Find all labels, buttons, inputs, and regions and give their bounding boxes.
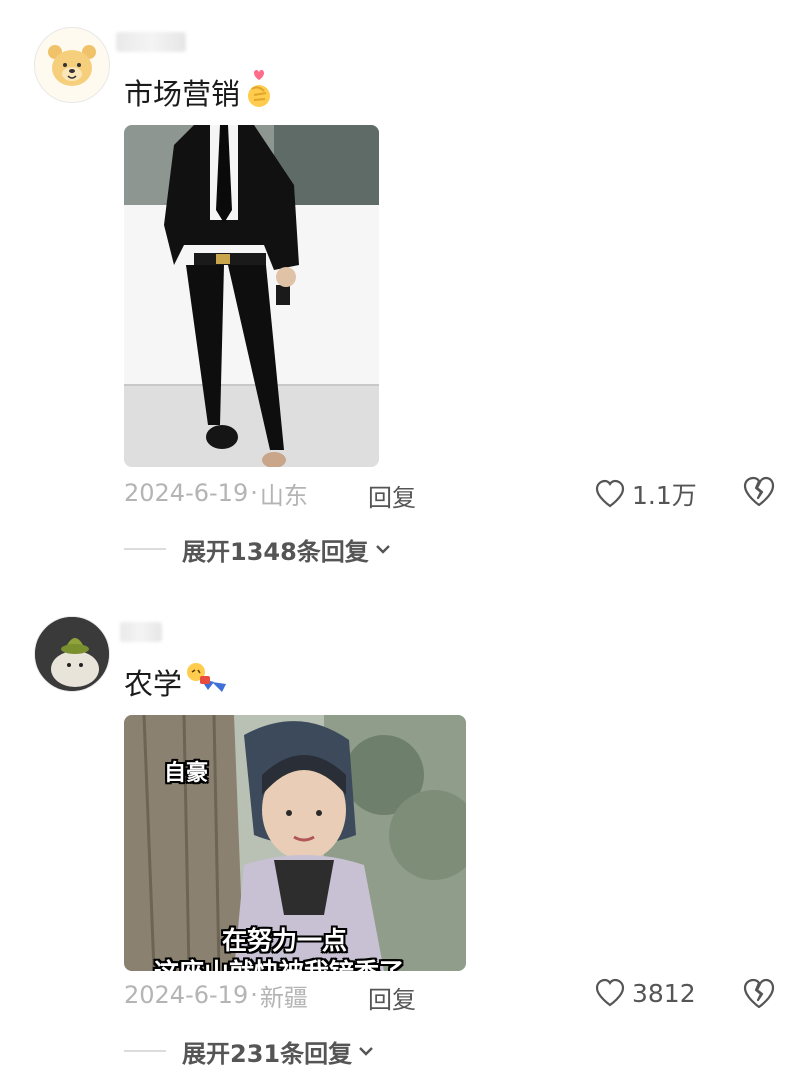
image-caption-top: 自豪 [164,761,209,786]
like-button[interactable]: 1.1万 [594,476,697,512]
chevron-down-icon [375,545,390,554]
image-caption-middle: 在努力一点 [222,926,348,955]
comment-location: 山东 [259,481,308,510]
comment-meta: 2024-6-19 · 新疆 [124,980,308,1012]
comment-image[interactable] [124,125,379,467]
reply-button[interactable]: 回复 [368,478,416,513]
expand-replies-button[interactable]: 展开1348条回复 [124,533,393,566]
image-caption-bottom: 这座山就快被我铲秃了 [154,953,404,971]
comment-meta: 2024-6-19 · 山东 [124,478,308,510]
username-redacted[interactable] [120,622,162,642]
divider-line [124,548,166,550]
heart-icon [595,978,625,1007]
comment-text: 市场营销 [124,77,241,111]
comment-location: 新疆 [259,983,308,1012]
expand-replies-label: 展开1348条回复 [182,537,369,566]
meta-dot: · [250,981,258,1009]
like-button[interactable]: 3812 [594,978,696,1008]
avatar[interactable] [34,616,110,692]
comment-date: 2024-6-19 [124,479,249,507]
dislike-button[interactable] [742,978,776,1014]
divider-line [124,1050,166,1052]
chevron-down-icon [359,1047,373,1056]
heart-icon [595,479,625,508]
falling-emoji-icon [186,662,228,703]
finger-heart-icon [244,69,274,116]
comment-item: 农学 自豪 在努力一点 2024-6-19 · 新疆 回复 3812 展开231… [0,580,810,1080]
comment-text: 农学 [124,667,183,701]
expand-replies-label: 展开231条回复 [182,1039,353,1068]
comment-image[interactable]: 自豪 在努力一点 这座山就快被我铲秃了 [124,715,466,971]
broken-heart-icon [743,476,775,507]
comment-text-row: 农学 [124,662,228,702]
broken-heart-icon [743,978,775,1009]
comment-text-row: 市场营销 [124,69,274,112]
expand-replies-button[interactable]: 展开231条回复 [124,1035,376,1068]
comment-date: 2024-6-19 [124,981,249,1009]
like-count: 3812 [632,978,696,1008]
reply-button[interactable]: 回复 [368,980,416,1015]
dislike-button[interactable] [742,476,776,512]
comment-item: 市场营销 2024-6-19 · 山东 回复 1.1万 展开1348条回复 [0,0,810,580]
meta-dot: · [250,479,258,507]
avatar[interactable] [34,27,110,103]
username-redacted[interactable] [116,32,186,52]
like-count: 1.1万 [632,481,697,510]
